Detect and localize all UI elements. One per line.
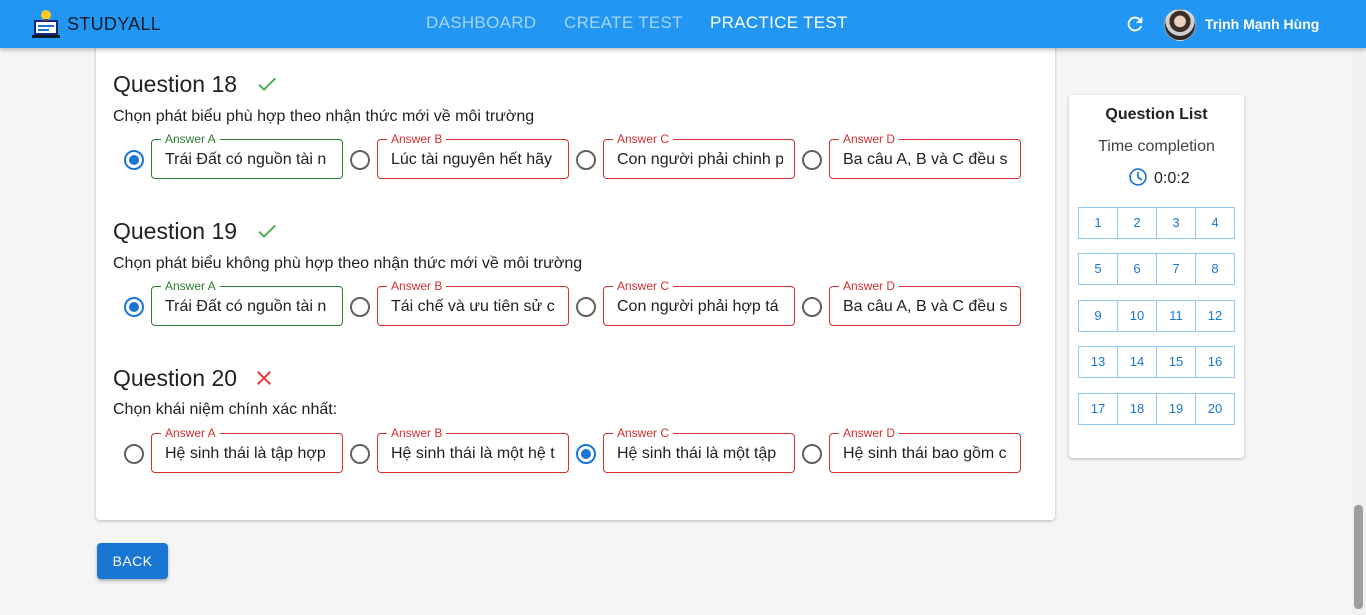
answer-value: Trái Đất có nguồn tài n <box>165 151 327 168</box>
answer-value: Con người phải chinh p <box>617 151 783 168</box>
answer-a-field[interactable]: Answer A Trái Đất có nguồn tài n <box>151 279 343 326</box>
answer-value: Hệ sinh thái bao gồm c <box>843 445 1007 462</box>
answer-b-field[interactable]: Answer B Hệ sinh thái là một hệ t <box>377 426 569 473</box>
question-number-button[interactable]: 9 <box>1078 300 1118 332</box>
answer-label: Answer B <box>387 132 447 146</box>
answer-a-radio[interactable] <box>124 150 144 170</box>
answer-c-radio[interactable] <box>576 297 596 317</box>
answer-c-field[interactable]: Answer C Con người phải hợp tá <box>603 279 795 326</box>
answer-a-field[interactable]: Answer A Trái Đất có nguồn tài n <box>151 132 343 179</box>
answer-a-radio[interactable] <box>124 444 144 464</box>
scrollbar-thumb[interactable] <box>1354 505 1363 609</box>
answer-label: Answer A <box>161 426 220 440</box>
answer-label: Answer B <box>387 426 447 440</box>
question-number-button[interactable]: 8 <box>1195 253 1235 285</box>
answer-b-field[interactable]: Answer B Lúc tài nguyên hết hãy <box>377 132 569 179</box>
question-title: Question 18 <box>113 71 238 97</box>
answer-d-radio[interactable] <box>802 150 822 170</box>
question-text: Chọn khái niệm chính xác nhất: <box>113 401 338 418</box>
brand-name[interactable]: STUDYALL <box>67 14 161 35</box>
nav-create-test[interactable]: CREATE TEST <box>564 13 683 33</box>
answer-label: Answer C <box>613 279 674 293</box>
panel-title: Question List <box>1105 106 1208 123</box>
question-number-button[interactable]: 3 <box>1156 207 1196 239</box>
question-number-button[interactable]: 16 <box>1195 346 1235 378</box>
answer-value: Trái Đất có nguồn tài n <box>165 298 327 315</box>
question-title: Question 20 <box>113 365 238 391</box>
question-number-button[interactable]: 18 <box>1117 393 1157 425</box>
close-icon <box>257 371 271 385</box>
logo-icon <box>32 10 60 38</box>
question-number-button[interactable]: 2 <box>1117 207 1157 239</box>
answer-label: Answer A <box>161 132 220 146</box>
back-button[interactable]: BACK <box>97 543 168 579</box>
answer-value: Ba câu A, B và C đều s <box>843 298 1008 315</box>
refresh-icon[interactable] <box>1124 13 1146 35</box>
question-title: Question 19 <box>113 218 238 244</box>
answer-label: Answer C <box>613 426 674 440</box>
question-number-button[interactable]: 17 <box>1078 393 1118 425</box>
question-number-button[interactable]: 4 <box>1195 207 1235 239</box>
question-number-button[interactable]: 15 <box>1156 346 1196 378</box>
nav-dashboard[interactable]: DASHBOARD <box>426 13 536 33</box>
question-number-button[interactable]: 6 <box>1117 253 1157 285</box>
question-number-button[interactable]: 19 <box>1156 393 1196 425</box>
answer-label: Answer D <box>839 132 900 146</box>
answer-c-radio[interactable] <box>576 444 596 464</box>
answer-c-field[interactable]: Answer C Con người phải chinh p <box>603 132 795 179</box>
answer-label: Answer D <box>839 426 900 440</box>
avatar[interactable] <box>1164 9 1196 41</box>
time-value: 0:0:2 <box>1154 170 1190 187</box>
answer-d-field[interactable]: Answer D Ba câu A, B và C đều s <box>829 132 1021 179</box>
user-name[interactable]: Trịnh Mạnh Hùng <box>1205 16 1319 32</box>
check-icon <box>258 224 276 238</box>
answer-label: Answer D <box>839 279 900 293</box>
question-text: Chọn phát biểu phù hợp theo nhận thức mớ… <box>113 108 535 125</box>
answer-a-radio[interactable] <box>124 297 144 317</box>
answer-b-radio[interactable] <box>350 444 370 464</box>
answer-a-field[interactable]: Answer A Hệ sinh thái là tập hợp <box>151 426 343 473</box>
question-number-button[interactable]: 14 <box>1117 346 1157 378</box>
answer-b-radio[interactable] <box>350 150 370 170</box>
clock-icon <box>1129 168 1147 186</box>
answer-label: Answer B <box>387 279 447 293</box>
question-number-button[interactable]: 11 <box>1156 300 1196 332</box>
nav-practice-test[interactable]: PRACTICE TEST <box>710 13 848 33</box>
answer-value: Ba câu A, B và C đều s <box>843 151 1008 168</box>
answer-b-field[interactable]: Answer B Tái chế và ưu tiên sử c <box>377 279 569 326</box>
answer-d-field[interactable]: Answer D Ba câu A, B và C đều s <box>829 279 1021 326</box>
question-number-button[interactable]: 12 <box>1195 300 1235 332</box>
time-completion-label: Time completion <box>1098 138 1215 155</box>
answer-label: Answer C <box>613 132 674 146</box>
app-bar: STUDYALL DASHBOARD CREATE TEST PRACTICE … <box>0 0 1366 48</box>
answer-c-radio[interactable] <box>576 150 596 170</box>
question-number-button[interactable]: 5 <box>1078 253 1118 285</box>
answer-value: Lúc tài nguyên hết hãy <box>391 151 553 168</box>
question-number-button[interactable]: 10 <box>1117 300 1157 332</box>
question-number-button[interactable]: 13 <box>1078 346 1118 378</box>
answer-value: Con người phải hợp tá <box>617 298 779 315</box>
answer-value: Hệ sinh thái là tập hợp <box>165 445 326 462</box>
question-number-button[interactable]: 7 <box>1156 253 1196 285</box>
answer-b-radio[interactable] <box>350 297 370 317</box>
question-number-button[interactable]: 20 <box>1195 393 1235 425</box>
answer-c-field[interactable]: Answer C Hệ sinh thái là một tập <box>603 426 795 473</box>
check-icon <box>258 77 276 91</box>
answer-d-field[interactable]: Answer D Hệ sinh thái bao gồm c <box>829 426 1021 473</box>
question-number-button[interactable]: 1 <box>1078 207 1118 239</box>
question-text: Chọn phát biểu không phù hợp theo nhận t… <box>113 255 583 272</box>
answer-d-radio[interactable] <box>802 444 822 464</box>
answer-label: Answer A <box>161 279 220 293</box>
answer-value: Hệ sinh thái là một tập <box>617 445 777 462</box>
answer-value: Hệ sinh thái là một hệ t <box>391 445 555 462</box>
answer-value: Tái chế và ưu tiên sử c <box>391 298 555 315</box>
answer-d-radio[interactable] <box>802 297 822 317</box>
